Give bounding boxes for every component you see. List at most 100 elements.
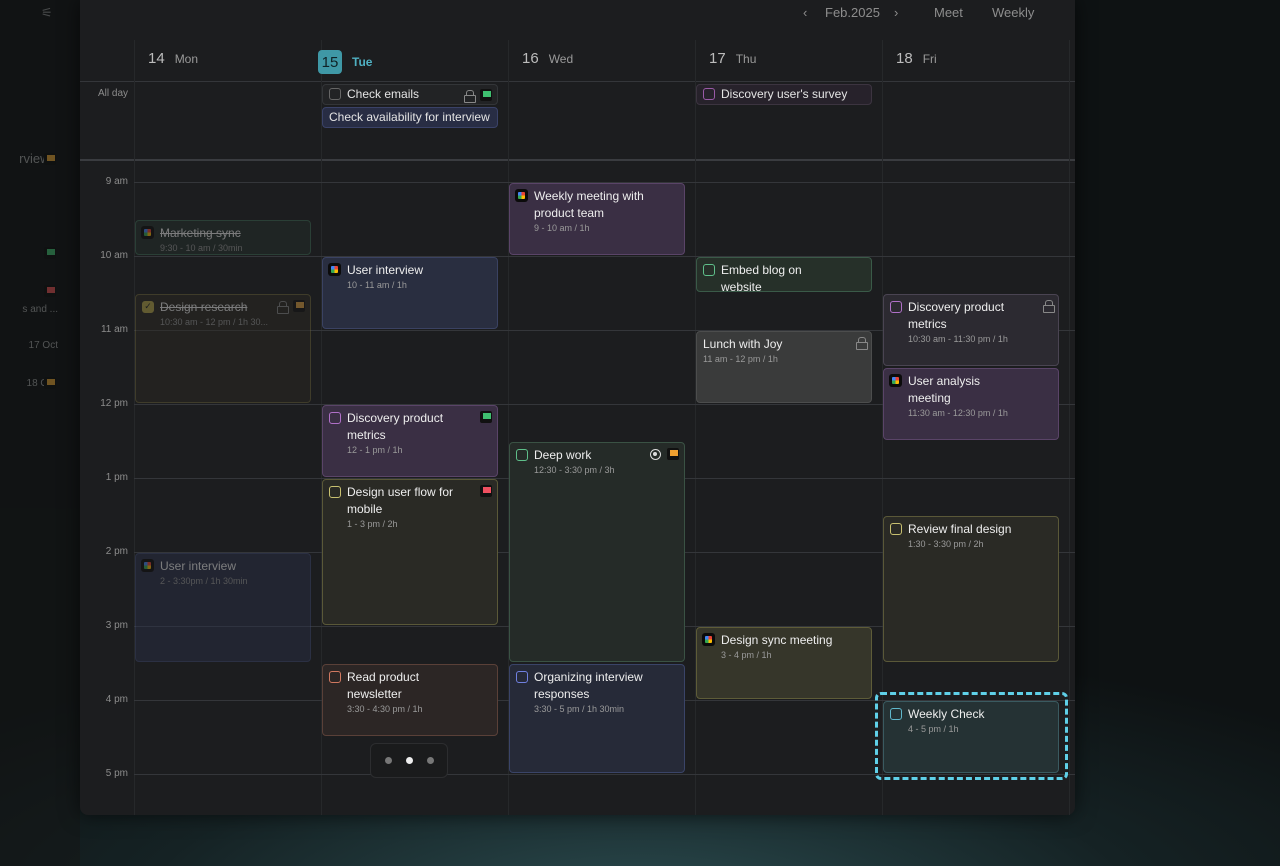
day-header-fri[interactable]: 18 Fri [896,50,937,67]
event-time: 2 - 3:30pm / 1h 30min [160,576,248,586]
flag-icon [44,377,56,389]
hour-line [134,256,1075,257]
flag-icon[interactable] [480,485,492,497]
event-time: 9:30 - 10 am / 30min [160,243,243,253]
event-icons [464,89,492,103]
hour-label: 5 pm [105,768,128,779]
event-card[interactable]: User analysis meeting 11:30 am - 12:30 pm… [883,368,1059,440]
flag-icon [44,285,56,297]
event-icons [1043,300,1055,313]
google-meet-icon [141,226,154,239]
calendar-panel: ‹ Feb.2025 › Meet Weekly All day 14 Mon 15… [80,0,1075,815]
event-card[interactable]: Embed blog on website [696,257,872,292]
event-card[interactable]: Discovery product metrics 12 - 1 pm / 1h [322,405,498,477]
checkbox[interactable] [329,486,341,498]
event-card[interactable]: ✓ Design research 10:30 am - 12 pm / 1h 30… [135,294,311,403]
day-name: Thu [735,51,757,66]
event-card[interactable]: Deep work 12:30 - 3:30 pm / 3h [509,442,685,662]
checkbox[interactable] [516,449,528,461]
event-time: 12:30 - 3:30 pm / 3h [534,465,615,475]
event-icons [480,411,492,423]
flag-icon[interactable] [293,300,305,312]
all-day-event[interactable]: Discovery user's survey [696,84,872,105]
event-card[interactable]: Review final design 1:30 - 3:30 pm / 2h [883,516,1059,662]
toolbar: ‹ Feb.2025 › Meet Weekly [80,0,1075,28]
checkbox[interactable] [516,671,528,683]
event-card[interactable]: Organizing interview responses 3:30 - 5 p… [509,664,685,773]
day-header-thu[interactable]: 17 Thu [709,50,756,67]
all-day-label: All day [97,88,128,99]
flag-icon[interactable] [480,411,492,423]
month-label: Feb.2025 [825,5,880,20]
sidebar-item[interactable]: 17 Oct [29,337,58,351]
flag-icon[interactable] [480,89,492,101]
hour-label: 11 am [100,324,128,335]
google-meet-icon [141,559,154,572]
focus-target-icon[interactable] [650,448,661,460]
event-icons [480,485,492,497]
page-dot[interactable] [384,757,392,764]
event-card[interactable]: Read product newsletter 3:30 - 4:30 pm / … [322,664,498,736]
column-divider [695,40,696,815]
event-card[interactable]: Discovery product metrics 10:30 am - 11:3… [883,294,1059,366]
prev-month-button[interactable]: ‹ [803,5,807,20]
hour-label: 12 pm [100,398,128,409]
sidebar-item[interactable]: s and ... [22,301,58,315]
event-title: Marketing sync [160,226,241,240]
checkbox[interactable]: ✓ [142,301,154,313]
event-card[interactable]: Design user flow for mobile 1 - 3 pm / 2h [322,479,498,625]
checkbox[interactable] [329,88,341,100]
meet-button[interactable]: Meet [934,5,963,20]
day-name: Mon [174,51,199,66]
event-icons [856,337,868,350]
event-time: 10 - 11 am / 1h [347,280,407,290]
hour-label: 4 pm [105,694,128,705]
event-card[interactable]: Design sync meeting 3 - 4 pm / 1h [696,627,872,699]
event-icons [277,300,305,314]
event-title: User interview [160,559,237,573]
page-dot[interactable] [426,757,434,764]
google-meet-icon [889,374,902,387]
flag-icon [44,153,56,165]
day-name: Tue [352,55,373,69]
day-header-mon[interactable]: 14 Mon [148,50,198,67]
lock-icon [464,89,476,103]
flag-icon[interactable] [667,448,679,460]
event-title: Design sync meeting [721,633,833,647]
google-meet-icon [328,263,341,276]
day-name: Wed [548,51,574,66]
sidebar-item-label: 17 Oct [28,340,58,351]
event-card[interactable]: User interview 10 - 11 am / 1h [322,257,498,329]
checkbox[interactable] [703,88,715,100]
google-meet-icon [702,633,715,646]
day-header-tue[interactable]: 15 Tue [318,50,372,74]
event-time: 10:30 am - 12 pm / 1h 30... [160,317,269,327]
event-title: Check availability for interview [329,110,490,124]
event-card[interactable]: User interview 2 - 3:30pm / 1h 30min [135,553,311,662]
event-time: 3:30 - 5 pm / 1h 30min [534,704,625,714]
event-card[interactable]: Marketing sync 9:30 - 10 am / 30min [135,220,311,255]
filter-icon[interactable]: ⚟ [41,5,53,21]
event-title: User analysis meeting [908,374,981,405]
event-title: Lunch with Joy [703,337,783,351]
view-select[interactable]: Weekly [992,5,1034,20]
checkbox[interactable] [890,523,902,535]
event-card[interactable]: Lunch with Joy 11 am - 12 pm / 1h [696,331,872,403]
page-dot-active[interactable] [405,757,413,764]
event-title: Design user flow for mobile [347,485,454,516]
event-time: 9 - 10 am / 1h [534,223,590,233]
all-day-event[interactable]: Check emails [322,84,498,105]
checkbox[interactable] [329,412,341,424]
all-day-event[interactable]: Check availability for interview [322,107,498,128]
day-number: 15 [318,50,342,74]
event-card[interactable]: Weekly meeting with product team 9 - 10 a… [509,183,685,255]
checkbox[interactable] [703,264,715,276]
checkbox[interactable] [329,671,341,683]
hour-label: 2 pm [105,546,128,557]
event-title: Organizing interview responses [534,670,643,701]
next-month-button[interactable]: › [894,5,898,20]
day-header-wed[interactable]: 16 Wed [522,50,573,67]
checkbox[interactable] [890,301,902,313]
pagination [370,743,448,778]
event-title: Discovery product metrics [908,300,1005,331]
